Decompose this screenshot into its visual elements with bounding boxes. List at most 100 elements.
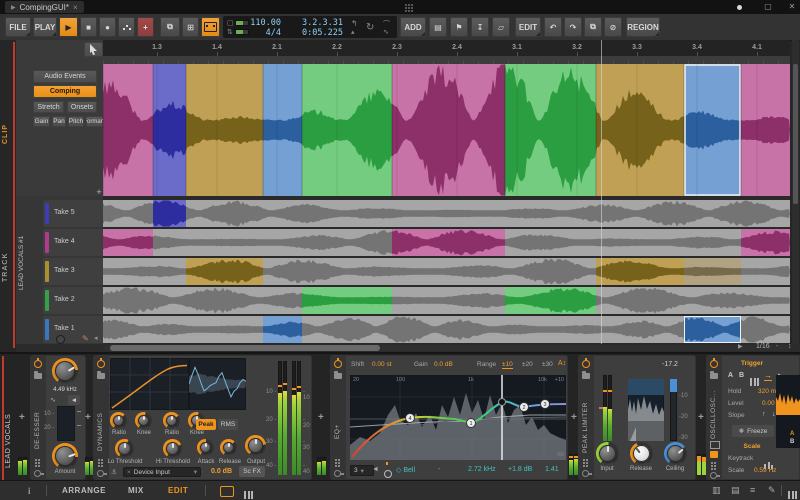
device-power-icon[interactable] bbox=[582, 358, 590, 368]
release-knob[interactable] bbox=[223, 442, 234, 453]
v-scrollbar[interactable] bbox=[792, 40, 799, 344]
sidechain-input-select[interactable]: × Device Input ▾ bbox=[123, 467, 201, 477]
grid-resolution-minus[interactable]: - bbox=[776, 343, 778, 350]
undo-icon[interactable]: ↶ bbox=[544, 17, 562, 37]
device-eq-plus[interactable]: EQ+ Shift 0.00 st Gain 0.0 dB Range ±10 … bbox=[330, 355, 568, 480]
tab-comping[interactable]: Comping bbox=[33, 85, 97, 98]
punch-in-button[interactable]: + bbox=[137, 17, 154, 37]
info-icon[interactable]: i bbox=[28, 486, 31, 496]
ruler-beat-label[interactable]: 2.2 bbox=[332, 44, 342, 51]
band-type-value[interactable]: ◇ Bell bbox=[396, 466, 415, 474]
song-time[interactable]: 0:05.225 bbox=[291, 28, 343, 38]
mapping-key-icon[interactable] bbox=[334, 470, 344, 477]
expanded-view-icon[interactable] bbox=[710, 451, 718, 458]
ruler-beat-label[interactable]: 2.1 bbox=[272, 44, 282, 51]
tab-gain[interactable]: Gain bbox=[33, 116, 50, 127]
input-knob[interactable] bbox=[599, 445, 616, 462]
tab-audio-events[interactable]: Audio Events bbox=[33, 70, 97, 83]
single-panel-icon[interactable] bbox=[220, 486, 234, 497]
remote-grid-icon[interactable] bbox=[711, 462, 713, 464]
transport-display[interactable]: ▢ ⇅ 110.00 4/4 3.2.3.31 0:05.225 ↰ ▴ ↻ ⌒… bbox=[223, 16, 397, 38]
crossfade-icon[interactable]: ∿ bbox=[383, 28, 389, 36]
view-mix[interactable]: MIX bbox=[128, 486, 144, 495]
band-count-select[interactable]: 3 ▾ bbox=[350, 465, 374, 476]
collapse-icon[interactable]: ◂ bbox=[94, 334, 98, 342]
take-lane-2[interactable] bbox=[103, 287, 790, 314]
close-button[interactable]: ✕ bbox=[786, 2, 798, 12]
output-value[interactable]: 0.0 dB bbox=[211, 468, 232, 475]
listen-icon[interactable]: ∿ bbox=[50, 396, 56, 404]
record-button[interactable]: ● bbox=[99, 17, 116, 37]
device-oscilloscope[interactable]: OSCILLOSC... Trigger A B → ▶ Hold 320 ms… bbox=[706, 355, 800, 480]
scope-ch-a[interactable]: A bbox=[790, 431, 794, 437]
multi-panel-icon[interactable] bbox=[244, 486, 255, 500]
browser-icon[interactable]: ▱ bbox=[492, 17, 510, 37]
tab-pan[interactable]: Pan bbox=[52, 116, 66, 127]
monitor-button[interactable]: ◄ bbox=[68, 395, 80, 405]
tab-stretch[interactable]: Stretch bbox=[33, 101, 64, 113]
device-peak-limiter[interactable]: PEAK LIMITER -17.2 -10 -20 -30 Input Rel… bbox=[578, 355, 696, 480]
amount-knob[interactable] bbox=[55, 446, 75, 466]
track-section-label[interactable]: TRACK bbox=[2, 228, 9, 283]
time-signature[interactable]: 4/4 bbox=[249, 28, 281, 38]
take-lane-1[interactable] bbox=[103, 316, 790, 343]
device-preset-icon[interactable] bbox=[710, 371, 718, 379]
mapping-key-icon[interactable] bbox=[710, 472, 720, 479]
piano-panel-icon[interactable] bbox=[788, 486, 799, 500]
ratio-knob-1[interactable] bbox=[113, 415, 124, 426]
ratio-knob-2[interactable] bbox=[166, 415, 177, 426]
ruler-beat-label[interactable]: 2.3 bbox=[392, 44, 402, 51]
ruler-beat-label[interactable]: 3.2 bbox=[572, 44, 582, 51]
mapping-key-icon[interactable] bbox=[34, 470, 44, 477]
device-power-icon[interactable] bbox=[97, 358, 105, 368]
range-10-button[interactable]: ±10 bbox=[502, 361, 513, 369]
output-knob[interactable] bbox=[248, 438, 263, 453]
device-preset-icon[interactable] bbox=[34, 371, 42, 379]
band-gain-value[interactable]: +1.8 dB bbox=[508, 466, 532, 473]
add-device-button-5[interactable]: + bbox=[698, 412, 704, 423]
clip-section-label[interactable]: CLIP bbox=[2, 100, 9, 144]
add-device-button-1[interactable]: + bbox=[19, 412, 25, 423]
take-lane-4[interactable] bbox=[103, 229, 790, 256]
automation-icon[interactable] bbox=[56, 335, 65, 344]
comp-lane[interactable] bbox=[102, 64, 790, 196]
view-arrange[interactable]: ARRANGE bbox=[62, 486, 106, 495]
ruler-beat-label[interactable]: 1.4 bbox=[212, 44, 222, 51]
h-scrollbar[interactable] bbox=[103, 345, 790, 351]
sidechain-icon[interactable]: ⚓ bbox=[111, 468, 117, 476]
ab-compare-icon[interactable]: A↕ bbox=[558, 360, 566, 367]
tempo-value[interactable]: 110.00 bbox=[249, 18, 281, 28]
ruler-beat-label[interactable]: 3.4 bbox=[692, 44, 702, 51]
remote-grid-icon[interactable] bbox=[335, 459, 337, 461]
mapping-panel-icon[interactable]: ≡ bbox=[750, 485, 755, 495]
attack-knob[interactable] bbox=[200, 442, 211, 453]
ruler-beat-label[interactable]: 4.1 bbox=[752, 44, 762, 51]
clip-view-icon[interactable] bbox=[201, 17, 220, 37]
device-dynamics[interactable]: DYNAMICS Ratio Knee Ratio Knee Peak RMS … bbox=[93, 355, 312, 480]
pencil-icon[interactable]: ✎ bbox=[82, 334, 89, 343]
mapping-key-icon[interactable] bbox=[97, 470, 107, 477]
trigger-src-a[interactable]: A bbox=[728, 372, 733, 379]
tab-formant[interactable]: Formant bbox=[86, 116, 103, 127]
device-preset-icon[interactable] bbox=[582, 371, 590, 379]
range-20-button[interactable]: ±20 bbox=[522, 361, 533, 368]
window-icon[interactable] bbox=[710, 441, 720, 449]
trigger-arrow-icon[interactable]: → bbox=[764, 371, 772, 381]
track-name[interactable]: LEAD VOCALS #1 bbox=[18, 198, 25, 290]
device-preset-icon[interactable] bbox=[97, 371, 105, 379]
marker-icon[interactable]: ⚑ bbox=[450, 17, 468, 37]
remote-grid-icon[interactable] bbox=[98, 459, 100, 461]
release-knob[interactable] bbox=[633, 445, 650, 462]
knee-knob-1[interactable] bbox=[138, 415, 149, 426]
notification-dot[interactable] bbox=[737, 5, 742, 10]
device-power-icon[interactable] bbox=[334, 358, 342, 368]
timeline-ruler[interactable]: 1.3 1.4 2.1 2.2 2.3 2.4 3.1 3.2 3.3 3.4 4.1 bbox=[103, 40, 790, 56]
freq-knob[interactable] bbox=[55, 361, 75, 381]
edit-menu-button[interactable]: EDIT bbox=[515, 17, 541, 37]
touch-panel-icon[interactable]: ✎ bbox=[768, 485, 776, 496]
slope-down-icon[interactable]: ↓ bbox=[772, 411, 776, 418]
cancel-icon[interactable]: ⊘ bbox=[604, 17, 622, 37]
stop-button[interactable]: ■ bbox=[80, 17, 97, 37]
device-preset-icon[interactable] bbox=[334, 371, 342, 379]
eq-gain-value[interactable]: 0.0 dB bbox=[434, 361, 453, 368]
